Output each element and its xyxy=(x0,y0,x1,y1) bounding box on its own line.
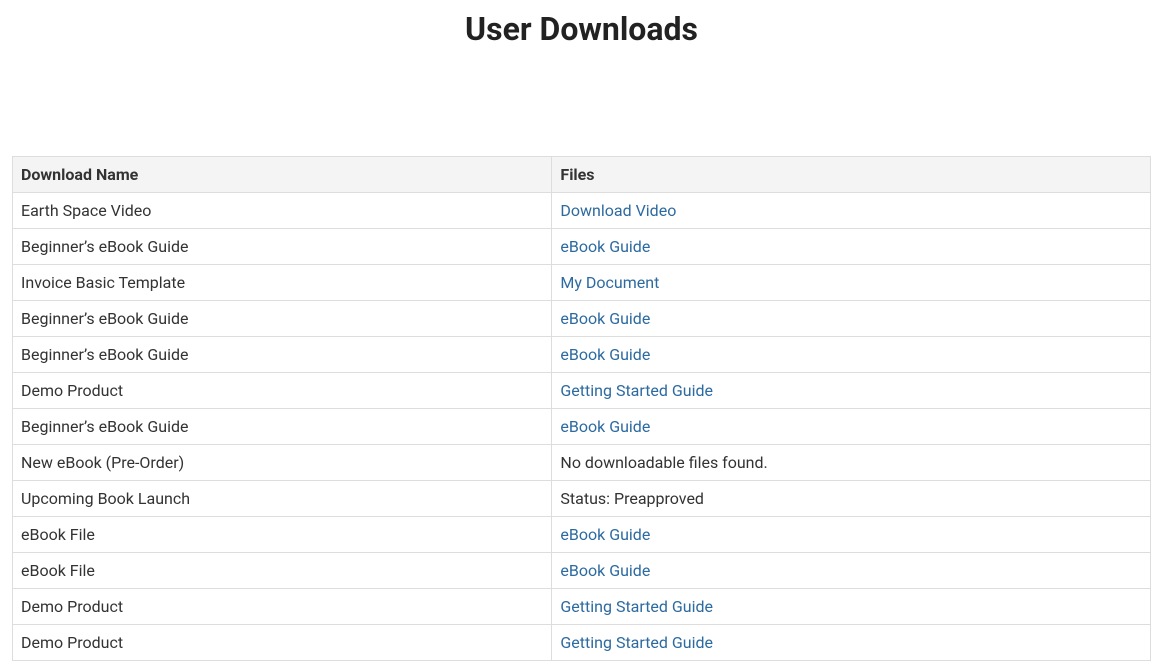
downloads-table: Download Name Files Earth Space VideoDow… xyxy=(12,156,1151,661)
download-file-link[interactable]: eBook Guide xyxy=(560,525,650,544)
download-file-link[interactable]: eBook Guide xyxy=(560,417,650,436)
download-name-cell: Demo Product xyxy=(13,625,552,661)
download-file-link[interactable]: Getting Started Guide xyxy=(560,597,713,616)
files-cell: No downloadable files found. xyxy=(552,445,1151,481)
file-status-text: Status: Preapproved xyxy=(560,489,704,508)
table-row: Demo Product Getting Started Guide xyxy=(13,589,1151,625)
files-cell: eBook Guide xyxy=(552,301,1151,337)
table-row: Invoice Basic Template My Document xyxy=(13,265,1151,301)
download-name-cell: Beginner’s eBook Guide xyxy=(13,229,552,265)
file-status-text: No downloadable files found. xyxy=(560,453,767,472)
download-file-link[interactable]: eBook Guide xyxy=(560,309,650,328)
table-row: eBook File eBook Guide xyxy=(13,553,1151,589)
download-file-link[interactable]: Getting Started Guide xyxy=(560,633,713,652)
files-cell: Getting Started Guide xyxy=(552,625,1151,661)
files-cell: My Document xyxy=(552,265,1151,301)
download-name-cell: Invoice Basic Template xyxy=(13,265,552,301)
table-row: Earth Space Video Download Video xyxy=(13,193,1151,229)
table-row: Demo Product Getting Started Guide xyxy=(13,373,1151,409)
download-name-cell: Demo Product xyxy=(13,373,552,409)
table-header-row: Download Name Files xyxy=(13,157,1151,193)
files-cell: eBook Guide xyxy=(552,409,1151,445)
table-row: Beginner’s eBook Guide eBook Guide xyxy=(13,337,1151,373)
files-cell: eBook Guide xyxy=(552,229,1151,265)
download-file-link[interactable]: eBook Guide xyxy=(560,561,650,580)
download-name-cell: Demo Product xyxy=(13,589,552,625)
download-name-cell: Beginner’s eBook Guide xyxy=(13,409,552,445)
page-title: User Downloads xyxy=(0,0,1163,56)
download-name-cell: Beginner’s eBook Guide xyxy=(13,337,552,373)
header-download-name: Download Name xyxy=(13,157,552,193)
table-row: eBook File eBook Guide xyxy=(13,517,1151,553)
table-row: Upcoming Book Launch Status: Preapproved xyxy=(13,481,1151,517)
downloads-table-container: Download Name Files Earth Space VideoDow… xyxy=(0,56,1163,661)
table-row: New eBook (Pre-Order) No downloadable fil… xyxy=(13,445,1151,481)
download-name-cell: Earth Space Video xyxy=(13,193,552,229)
download-name-cell: eBook File xyxy=(13,553,552,589)
download-name-cell: Upcoming Book Launch xyxy=(13,481,552,517)
table-row: Beginner’s eBook Guide eBook Guide xyxy=(13,409,1151,445)
files-cell: eBook Guide xyxy=(552,337,1151,373)
table-row: Beginner’s eBook Guide eBook Guide xyxy=(13,229,1151,265)
files-cell: Getting Started Guide xyxy=(552,373,1151,409)
files-cell: Download Video xyxy=(552,193,1151,229)
table-row: Beginner’s eBook Guide eBook Guide xyxy=(13,301,1151,337)
download-name-cell: New eBook (Pre-Order) xyxy=(13,445,552,481)
files-cell: eBook Guide xyxy=(552,553,1151,589)
files-cell: eBook Guide xyxy=(552,517,1151,553)
header-files: Files xyxy=(552,157,1151,193)
files-cell: Status: Preapproved xyxy=(552,481,1151,517)
files-cell: Getting Started Guide xyxy=(552,589,1151,625)
download-name-cell: eBook File xyxy=(13,517,552,553)
download-file-link[interactable]: Download Video xyxy=(560,201,676,220)
download-name-cell: Beginner’s eBook Guide xyxy=(13,301,552,337)
download-file-link[interactable]: eBook Guide xyxy=(560,237,650,256)
download-file-link[interactable]: My Document xyxy=(560,273,659,292)
download-file-link[interactable]: Getting Started Guide xyxy=(560,381,713,400)
table-row: Demo Product Getting Started Guide xyxy=(13,625,1151,661)
download-file-link[interactable]: eBook Guide xyxy=(560,345,650,364)
